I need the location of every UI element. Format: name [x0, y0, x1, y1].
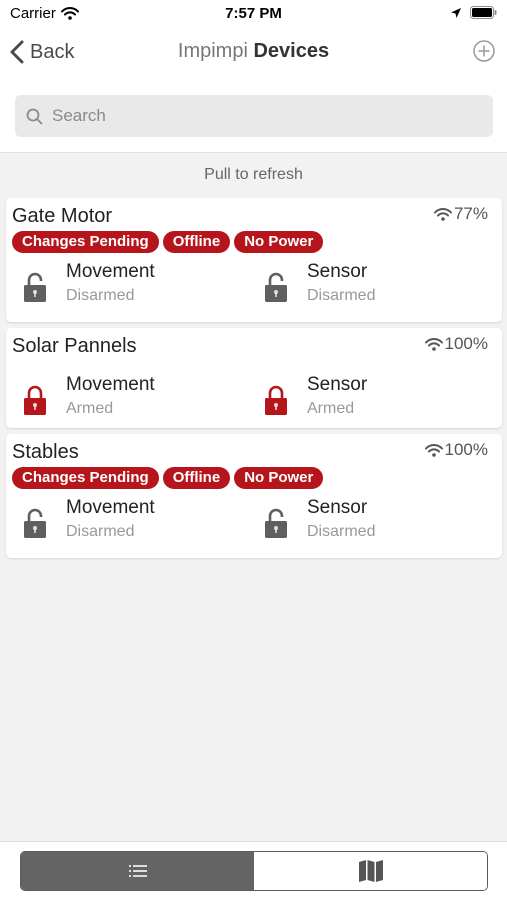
- lock-open-icon: [23, 271, 47, 303]
- lock-open-icon: [264, 271, 288, 303]
- zone-state: Armed: [66, 400, 114, 417]
- view-switcher: [20, 851, 488, 891]
- device-name: Stables: [12, 441, 79, 463]
- status-bar: Carrier 7:57 PM: [0, 0, 507, 28]
- zone-sensor[interactable]: Sensor Armed: [264, 374, 464, 424]
- zone-state: Disarmed: [307, 523, 376, 540]
- title-bold: Devices: [253, 40, 330, 62]
- location-arrow-icon: [451, 7, 461, 18]
- zone-movement[interactable]: Movement Disarmed: [23, 261, 223, 311]
- search-box[interactable]: [15, 95, 493, 137]
- status-badge: Offline: [162, 231, 231, 253]
- zone-label: Sensor: [307, 374, 368, 395]
- zone-sensor[interactable]: Sensor Disarmed: [264, 261, 464, 311]
- signal-strength: 100%: [424, 334, 488, 354]
- zone-label: Movement: [66, 374, 155, 395]
- zone-movement[interactable]: Movement Disarmed: [23, 497, 223, 547]
- status-badges: Changes Pending Offline No Power: [12, 467, 324, 489]
- status-time: 7:57 PM: [225, 5, 282, 22]
- pull-to-refresh-label: Pull to refresh: [204, 166, 303, 183]
- add-device-button[interactable]: [473, 40, 495, 62]
- device-card[interactable]: Stables 100% Changes Pending Offline No Powe…: [6, 434, 502, 558]
- zone-label: Movement: [66, 497, 155, 518]
- status-badge: Offline: [162, 467, 231, 489]
- zone-state: Disarmed: [307, 287, 376, 304]
- zone-label: Sensor: [307, 261, 368, 282]
- wifi-signal-icon: [433, 207, 452, 221]
- map-view-tab[interactable]: [254, 852, 487, 890]
- signal-strength: 77%: [433, 204, 488, 224]
- list-icon: [128, 865, 147, 877]
- signal-value: 100%: [444, 334, 488, 353]
- lock-open-icon: [264, 507, 288, 539]
- device-name: Gate Motor: [12, 205, 113, 227]
- zone-sensor[interactable]: Sensor Disarmed: [264, 497, 464, 547]
- signal-strength: 100%: [424, 440, 488, 460]
- zone-state: Armed: [307, 400, 355, 417]
- status-badges: Changes Pending Offline No Power: [12, 231, 324, 253]
- page-title: Impimpi Devices: [0, 40, 507, 63]
- status-badge: Changes Pending: [12, 231, 159, 253]
- zone-movement[interactable]: Movement Armed: [23, 374, 223, 424]
- lock-closed-icon: [264, 384, 288, 416]
- wifi-signal-icon: [424, 337, 443, 351]
- zone-label: Movement: [66, 261, 155, 282]
- status-badge: No Power: [234, 467, 324, 489]
- search-input[interactable]: [52, 106, 472, 126]
- search-area: [0, 78, 507, 153]
- zone-state: Disarmed: [66, 287, 135, 304]
- navigation-bar: Back Impimpi Devices: [0, 28, 507, 78]
- battery-icon: [470, 6, 497, 19]
- title-light: Impimpi: [177, 40, 248, 62]
- search-icon: [26, 108, 43, 124]
- wifi-signal-icon: [424, 443, 443, 457]
- bottom-bar: [0, 841, 507, 900]
- lock-open-icon: [23, 507, 47, 539]
- status-right: [450, 6, 497, 19]
- list-view-tab[interactable]: [21, 852, 254, 890]
- lock-closed-icon: [23, 384, 47, 416]
- zone-state: Disarmed: [66, 523, 135, 540]
- zone-label: Sensor: [307, 497, 368, 518]
- signal-value: 77%: [453, 204, 488, 223]
- device-card[interactable]: Solar Pannels 100% Movement Armed Sensor Arme…: [6, 328, 502, 428]
- map-icon: [358, 860, 383, 882]
- signal-value: 100%: [444, 440, 488, 459]
- device-name: Solar Pannels: [12, 335, 137, 357]
- status-badge: No Power: [234, 231, 324, 253]
- device-card[interactable]: Gate Motor 77% Changes Pending Offline No Po…: [6, 198, 502, 322]
- status-badge: Changes Pending: [12, 467, 159, 489]
